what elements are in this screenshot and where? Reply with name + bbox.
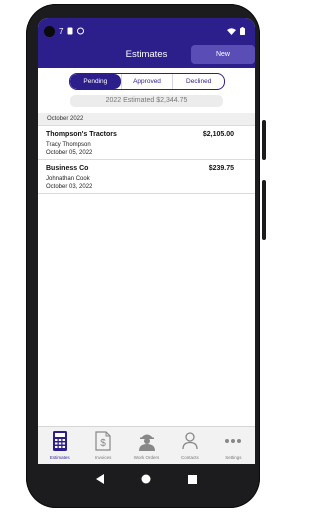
tab-label: Estimates bbox=[49, 455, 70, 460]
estimate-amount: $2,105.00 bbox=[202, 131, 234, 138]
app-bar: Estimates New bbox=[38, 44, 255, 68]
worker-icon bbox=[138, 434, 155, 451]
camera-hole bbox=[44, 25, 55, 37]
tab-settings[interactable]: Settings bbox=[212, 427, 255, 464]
status-bar: 7 bbox=[38, 18, 255, 44]
filter-pending[interactable]: Pending bbox=[70, 74, 121, 89]
contact-name: Johnathan Cook bbox=[46, 176, 90, 182]
calculator-icon bbox=[52, 431, 67, 451]
status-filter: Pending Approved Declined bbox=[69, 73, 225, 90]
estimate-summary: 2022 Estimated $2,344.75 bbox=[70, 95, 223, 107]
invoice-icon: $ bbox=[95, 431, 111, 451]
filter-approved[interactable]: Approved bbox=[120, 74, 174, 89]
estimate-row[interactable]: Business Co $239.75 Johnathan Cook Octob… bbox=[38, 160, 255, 194]
estimate-amount: $239.75 bbox=[208, 165, 234, 172]
estimate-date: October 03, 2022 bbox=[46, 184, 93, 190]
wifi-icon bbox=[227, 27, 236, 35]
notification-icon bbox=[77, 27, 85, 35]
tab-label: Invoices bbox=[94, 455, 112, 460]
month-header: October 2022 bbox=[38, 113, 255, 126]
estimate-date: October 05, 2022 bbox=[46, 150, 93, 156]
screen: 7 Estimates New Pending Approved Decline… bbox=[38, 18, 255, 464]
person-icon bbox=[182, 432, 198, 450]
power-button bbox=[262, 120, 266, 160]
sim-icon bbox=[67, 27, 73, 35]
new-estimate-button[interactable]: New bbox=[191, 45, 255, 64]
tab-contacts[interactable]: Contacts bbox=[168, 427, 211, 464]
contact-name: Tracy Thompson bbox=[46, 142, 91, 148]
more-icon bbox=[225, 439, 242, 443]
home-icon[interactable] bbox=[141, 474, 151, 484]
recents-icon[interactable] bbox=[187, 474, 197, 484]
tab-label: Contacts bbox=[181, 455, 199, 460]
estimate-row[interactable]: Thompson's Tractors $2,105.00 Tracy Thom… bbox=[38, 126, 255, 160]
bottom-tab-bar: Estimates $ Invoices Work Orders Contact… bbox=[38, 426, 255, 464]
tab-label: Settings bbox=[225, 455, 242, 460]
client-name: Thompson's Tractors bbox=[46, 131, 117, 138]
back-icon[interactable] bbox=[96, 474, 105, 484]
status-time: 7 bbox=[59, 26, 64, 36]
client-name: Business Co bbox=[46, 165, 89, 172]
svg-text:$: $ bbox=[100, 438, 106, 449]
battery-icon bbox=[240, 27, 245, 35]
tab-label: Work Orders bbox=[133, 455, 160, 460]
android-nav-bar bbox=[38, 464, 255, 494]
filter-declined[interactable]: Declined bbox=[173, 74, 224, 89]
volume-button bbox=[262, 180, 266, 240]
tab-estimates[interactable]: Estimates bbox=[38, 427, 81, 464]
tab-work-orders[interactable]: Work Orders bbox=[125, 427, 168, 464]
tab-invoices[interactable]: $ Invoices bbox=[81, 427, 124, 464]
